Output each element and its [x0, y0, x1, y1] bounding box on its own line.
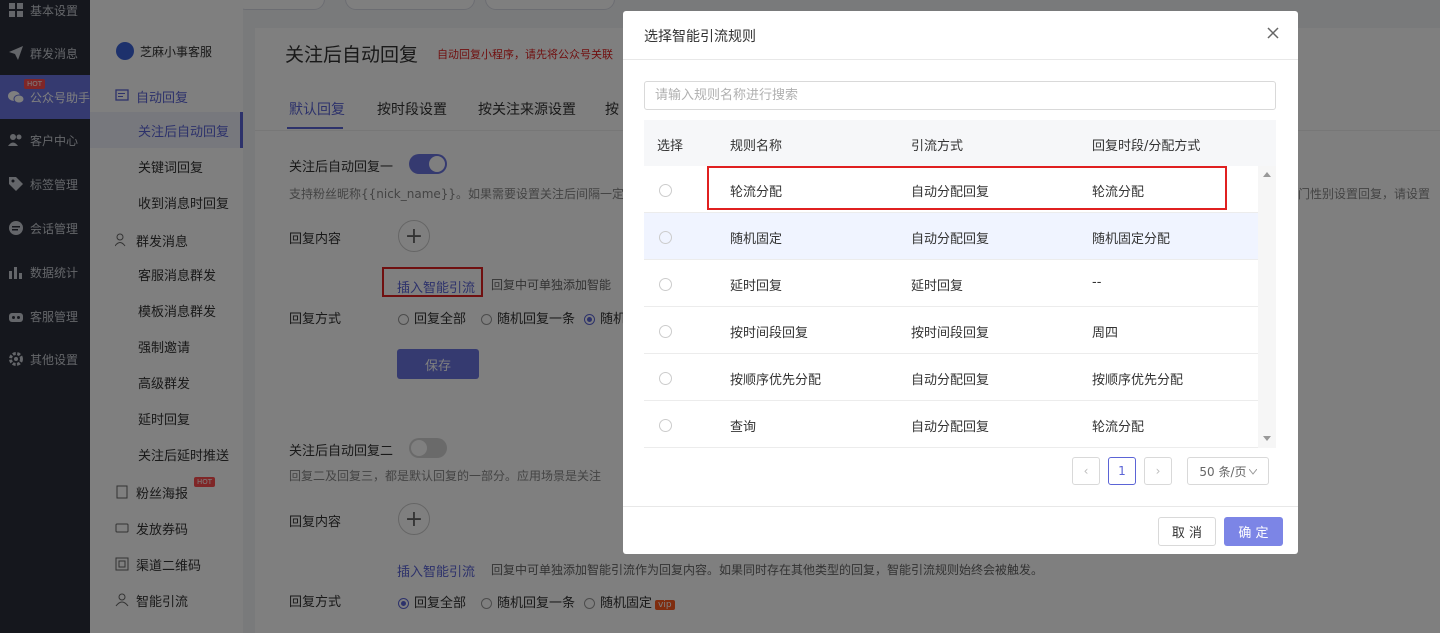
table-row[interactable]: 随机固定 自动分配回复 随机固定分配	[644, 213, 1258, 260]
confirm-button[interactable]: 确 定	[1224, 517, 1283, 546]
table-row[interactable]: 查询 自动分配回复 轮流分配	[644, 401, 1258, 448]
table-header: 选择 规则名称 引流方式 回复时段/分配方式	[644, 120, 1276, 166]
rule-period: 按顺序优先分配	[1092, 373, 1184, 388]
rule-name: 查询	[730, 420, 757, 435]
rule-name: 随机固定	[730, 232, 783, 247]
column-header-select: 选择	[657, 139, 684, 154]
row-select-radio[interactable]	[659, 372, 672, 385]
page-size-select[interactable]: 50 条/页	[1187, 457, 1269, 485]
rule-method: 自动分配回复	[911, 232, 990, 247]
chevron-down-icon	[1248, 464, 1257, 478]
highlight-box	[707, 166, 1227, 210]
rule-name: 按时间段回复	[730, 326, 809, 341]
rule-name: 按顺序优先分配	[730, 373, 822, 388]
row-select-radio[interactable]	[659, 278, 672, 291]
column-header-method: 引流方式	[911, 139, 964, 154]
select-rule-dialog: 选择智能引流规则 选择 规则名称 引流方式 回复时段/分配方式 轮流分配 自动分…	[623, 11, 1298, 554]
dialog-header-divider	[623, 59, 1298, 60]
close-icon[interactable]	[1263, 23, 1283, 43]
row-select-radio[interactable]	[659, 231, 672, 244]
column-header-rule-name: 规则名称	[730, 139, 783, 154]
table-row[interactable]: 按顺序优先分配 自动分配回复 按顺序优先分配	[644, 354, 1258, 401]
column-header-period: 回复时段/分配方式	[1092, 139, 1201, 154]
rule-method: 自动分配回复	[911, 420, 990, 435]
rule-period: 轮流分配	[1092, 420, 1145, 435]
next-page-button[interactable]: ›	[1144, 457, 1172, 485]
rule-name: 延时回复	[730, 279, 783, 294]
page-1-button[interactable]: 1	[1108, 457, 1136, 485]
scroll-down-icon[interactable]	[1263, 436, 1271, 441]
rule-period: 周四	[1092, 326, 1119, 341]
dialog-title: 选择智能引流规则	[644, 29, 756, 45]
rule-period: --	[1092, 275, 1102, 290]
dialog-footer-divider	[623, 506, 1298, 507]
table-scrollbar[interactable]	[1258, 166, 1276, 448]
prev-page-button[interactable]: ‹	[1072, 457, 1100, 485]
rule-method: 延时回复	[911, 279, 964, 294]
row-select-radio[interactable]	[659, 325, 672, 338]
row-select-radio[interactable]	[659, 184, 672, 197]
table-row[interactable]: 延时回复 延时回复 --	[644, 260, 1258, 307]
rule-method: 按时间段回复	[911, 326, 990, 341]
scroll-up-icon[interactable]	[1263, 172, 1271, 177]
rule-search-input[interactable]	[644, 81, 1276, 110]
cancel-button[interactable]: 取 消	[1158, 517, 1216, 546]
rule-period: 随机固定分配	[1092, 232, 1171, 247]
rule-method: 自动分配回复	[911, 373, 990, 388]
row-select-radio[interactable]	[659, 419, 672, 432]
page-size-value: 50 条/页	[1199, 464, 1247, 479]
table-row[interactable]: 按时间段回复 按时间段回复 周四	[644, 307, 1258, 354]
